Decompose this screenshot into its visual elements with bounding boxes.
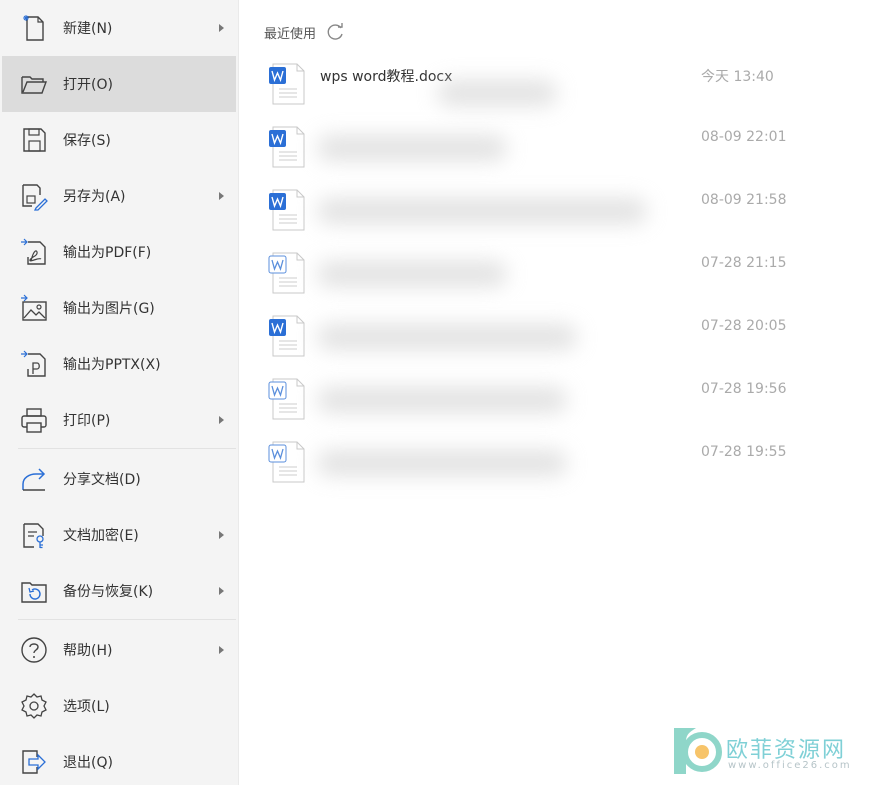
exit-icon bbox=[18, 746, 50, 778]
menu-encrypt-label: 文档加密(E) bbox=[63, 528, 139, 544]
redacted-blur bbox=[317, 198, 647, 224]
file-time: 今天 13:40 bbox=[701, 69, 774, 85]
save-icon bbox=[18, 124, 50, 156]
recent-header: 最近使用 bbox=[264, 22, 346, 42]
redacted-blur bbox=[317, 387, 567, 413]
recent-file-row[interactable]: 07-28 21:15 bbox=[267, 251, 847, 311]
menu-new[interactable]: 新建(N) bbox=[2, 0, 236, 56]
redacted-blur bbox=[437, 80, 557, 106]
menu-open-label: 打开(O) bbox=[63, 77, 113, 93]
menu-exit[interactable]: 退出(Q) bbox=[2, 734, 236, 790]
file-time: 07-28 19:55 bbox=[701, 444, 787, 460]
printer-icon bbox=[18, 404, 50, 436]
file-time: 07-28 19:56 bbox=[701, 381, 787, 397]
submenu-arrow-icon bbox=[219, 24, 224, 32]
file-time: 07-28 21:15 bbox=[701, 255, 787, 271]
menu-backup-restore[interactable]: 备份与恢复(K) bbox=[2, 563, 236, 619]
redacted-blur bbox=[317, 135, 507, 161]
file-time: 08-09 21:58 bbox=[701, 192, 787, 208]
recent-file-row[interactable]: 07-28 19:56 bbox=[267, 377, 847, 437]
recent-file-row[interactable]: 07-28 20:05 bbox=[267, 314, 847, 374]
file-time: 07-28 20:05 bbox=[701, 318, 787, 334]
menu-export-pdf[interactable]: 输出为PDF(F) bbox=[2, 224, 236, 280]
watermark-url: www.office26.com bbox=[728, 760, 852, 771]
open-folder-icon bbox=[18, 68, 50, 100]
menu-export-image-label: 输出为图片(G) bbox=[63, 301, 155, 317]
submenu-arrow-icon bbox=[219, 192, 224, 200]
recent-file-row[interactable]: 08-09 22:01 bbox=[267, 125, 847, 185]
menu-export-image[interactable]: 输出为图片(G) bbox=[2, 280, 236, 336]
menu-exit-label: 退出(Q) bbox=[63, 755, 113, 771]
redacted-blur bbox=[317, 261, 507, 287]
redacted-blur bbox=[317, 324, 577, 350]
menu-share[interactable]: 分享文档(D) bbox=[2, 451, 236, 507]
redacted-blur bbox=[317, 450, 567, 476]
word-document-icon bbox=[269, 315, 305, 357]
word-document-icon bbox=[269, 189, 305, 231]
word-document-icon bbox=[269, 126, 305, 168]
recent-file-row[interactable]: 08-09 21:58 bbox=[267, 188, 847, 248]
encrypt-document-icon bbox=[18, 519, 50, 551]
submenu-arrow-icon bbox=[219, 416, 224, 424]
settings-icon bbox=[18, 690, 50, 722]
export-image-icon bbox=[18, 292, 50, 324]
sidebar: 新建(N) 打开(O) 保存(S) 另存为(A) 输出为PDF(F) 输出为图片… bbox=[0, 0, 239, 785]
submenu-arrow-icon bbox=[219, 531, 224, 539]
save-as-icon bbox=[18, 180, 50, 212]
word-document-icon bbox=[269, 63, 305, 105]
submenu-arrow-icon bbox=[219, 587, 224, 595]
new-file-icon bbox=[18, 12, 50, 44]
menu-save-as-label: 另存为(A) bbox=[63, 189, 126, 205]
help-icon bbox=[18, 634, 50, 666]
share-icon bbox=[18, 463, 50, 495]
menu-divider bbox=[18, 619, 236, 620]
watermark-logo-icon bbox=[674, 728, 722, 774]
menu-help-label: 帮助(H) bbox=[63, 643, 113, 659]
export-pdf-icon bbox=[18, 236, 50, 268]
menu-export-pptx[interactable]: 输出为PPTX(X) bbox=[2, 336, 236, 392]
menu-export-pptx-label: 输出为PPTX(X) bbox=[63, 357, 161, 373]
recent-title: 最近使用 bbox=[264, 26, 317, 42]
word-document-icon bbox=[268, 441, 305, 483]
menu-options[interactable]: 选项(L) bbox=[2, 678, 236, 734]
menu-save-as[interactable]: 另存为(A) bbox=[2, 168, 236, 224]
word-document-icon bbox=[268, 378, 305, 420]
recent-file-row[interactable]: wps word教程.docx 今天 13:40 bbox=[267, 62, 847, 122]
menu-share-label: 分享文档(D) bbox=[63, 472, 141, 488]
submenu-arrow-icon bbox=[219, 646, 224, 654]
menu-divider bbox=[18, 448, 236, 449]
menu-open[interactable]: 打开(O) bbox=[2, 56, 236, 112]
menu-print-label: 打印(P) bbox=[63, 413, 111, 429]
menu-options-label: 选项(L) bbox=[63, 699, 110, 715]
menu-new-label: 新建(N) bbox=[63, 21, 113, 37]
refresh-icon[interactable] bbox=[326, 22, 346, 42]
menu-encrypt[interactable]: 文档加密(E) bbox=[2, 507, 236, 563]
watermark: 欧菲资源网 www.office26.com bbox=[666, 722, 866, 780]
recent-files-panel: 最近使用 wps word教程.docx 今天 13:40 08-09 22:0… bbox=[239, 0, 870, 785]
menu-backup-restore-label: 备份与恢复(K) bbox=[63, 584, 154, 600]
export-pptx-icon bbox=[18, 348, 50, 380]
menu-save-label: 保存(S) bbox=[63, 133, 111, 149]
word-document-icon bbox=[268, 252, 305, 294]
menu-save[interactable]: 保存(S) bbox=[2, 112, 236, 168]
menu-print[interactable]: 打印(P) bbox=[2, 392, 236, 448]
menu-help[interactable]: 帮助(H) bbox=[2, 622, 236, 678]
file-time: 08-09 22:01 bbox=[701, 129, 787, 145]
file-name: wps word教程.docx bbox=[320, 69, 453, 85]
backup-restore-icon bbox=[18, 575, 50, 607]
menu-export-pdf-label: 输出为PDF(F) bbox=[63, 245, 152, 261]
recent-file-row[interactable]: 07-28 19:55 bbox=[267, 440, 847, 500]
